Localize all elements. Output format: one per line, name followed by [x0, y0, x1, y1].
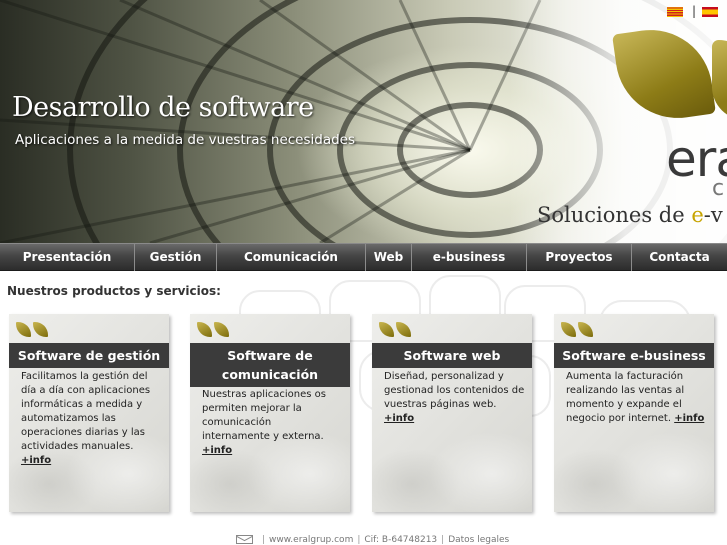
section-title: Nuestros productos y servicios: — [7, 284, 221, 298]
footer-cif: Cif: B-64748213 — [364, 535, 438, 545]
language-separator: | — [692, 4, 697, 18]
footer-row: | www.eralgrup.com | Cif: B-64748213 | Datos … — [258, 533, 509, 545]
footer-separator: | — [262, 535, 266, 545]
card-title[interactable]: Software de gestión — [9, 343, 169, 368]
product-card-ebusiness: Software e-business Aumenta la facturaci… — [554, 314, 714, 512]
product-card-gestion: Software de gestión Facilitamos la gesti… — [9, 314, 169, 512]
more-info-link[interactable]: +info — [384, 413, 414, 424]
tagline-part-1: Soluciones de — [537, 203, 692, 227]
nav-item-proyectos[interactable]: Proyectos — [527, 244, 632, 271]
card-text: Nuestras aplicaciones os permiten mejora… — [202, 389, 326, 442]
mail-icon[interactable] — [236, 535, 253, 544]
card-description: Aumenta la facturación realizando las ve… — [566, 370, 706, 426]
card-description: Diseñad, personalizad y gestionad los co… — [384, 370, 526, 426]
more-info-link[interactable]: +info — [21, 455, 51, 466]
card-text: Aumenta la facturación realizando las ve… — [566, 371, 685, 424]
footer-separator: | — [357, 535, 361, 545]
spain-flag-icon[interactable] — [702, 7, 718, 17]
logo-tail-text: c — [712, 176, 725, 201]
footer-legal-link[interactable]: Datos legales — [448, 535, 509, 545]
nav-item-gestion[interactable]: Gestión — [135, 244, 217, 271]
footer-separator: | — [441, 535, 445, 545]
more-info-link[interactable]: +info — [674, 413, 704, 424]
catalan-flag-icon[interactable] — [667, 7, 683, 17]
product-card-comunicacion: Software de comunicación Nuestras aplica… — [190, 314, 350, 512]
tagline-accent: e — [691, 203, 704, 227]
nav-item-contacta[interactable]: Contacta — [632, 244, 727, 271]
card-text: Facilitamos la gestión del día a día con… — [21, 371, 151, 452]
card-description: Nuestras aplicaciones os permiten mejora… — [202, 388, 342, 458]
footer-website-link[interactable]: www.eralgrup.com — [269, 535, 353, 545]
tagline: Soluciones de e-v — [537, 203, 723, 227]
more-info-link[interactable]: +info — [202, 445, 232, 456]
hero-title: Desarrollo de software — [12, 92, 314, 123]
card-title[interactable]: Software web — [372, 343, 532, 368]
card-text: Diseñad, personalizad y gestionad los co… — [384, 371, 525, 410]
main-navigation: Presentación Gestión Comunicación Web e-… — [0, 243, 727, 271]
tagline-part-2: -v — [703, 203, 723, 227]
nav-item-presentacion[interactable]: Presentación — [0, 244, 135, 271]
card-title[interactable]: Software e-business — [554, 343, 714, 368]
product-card-web: Software web Diseñad, personalizad y ges… — [372, 314, 532, 512]
nav-item-web[interactable]: Web — [366, 244, 412, 271]
hero-subtitle: Aplicaciones a la medida de vuestras nec… — [15, 132, 356, 148]
hero-banner: Desarrollo de software Aplicaciones a la… — [0, 0, 727, 243]
card-title[interactable]: Software de comunicación — [190, 343, 350, 387]
footer: | www.eralgrup.com | Cif: B-64748213 | Datos … — [0, 531, 727, 545]
nav-item-ebusiness[interactable]: e-business — [412, 244, 527, 271]
nav-item-comunicacion[interactable]: Comunicación — [217, 244, 366, 271]
card-description: Facilitamos la gestión del día a día con… — [21, 370, 161, 468]
